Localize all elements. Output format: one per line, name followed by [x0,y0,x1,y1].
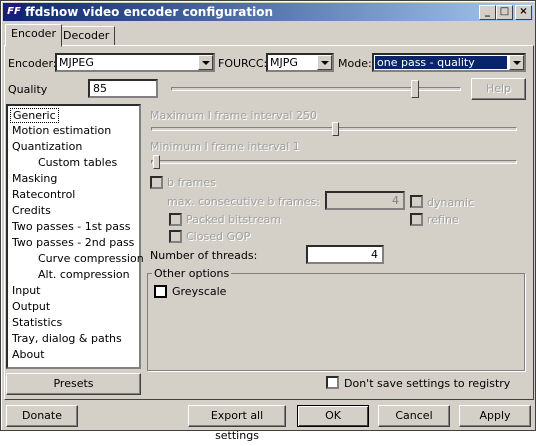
sidebar-item-ratecontrol[interactable]: Ratecontrol [12,188,75,201]
title-bar[interactable]: FF ffdshow video encoder configuration _… [3,3,533,21]
quality-slider-thumb[interactable] [411,80,419,98]
apply-button[interactable]: Apply [459,405,531,427]
packed-bitstream-checkbox[interactable] [169,213,182,226]
sidebar-item-input[interactable]: Input [12,284,40,297]
help-button[interactable]: Help [471,78,526,100]
settings-page-list[interactable]: Generic Motion estimation Quantization C… [6,104,144,369]
threads-label: Number of threads: [150,249,258,262]
sidebar-item-two-passes-2nd[interactable]: Two passes - 2nd pass [12,236,134,249]
sidebar-item-curve-compression[interactable]: Curve compression [38,252,144,265]
min-i-frame-slider-track[interactable] [151,160,517,164]
maximize-button[interactable]: □ [496,5,513,20]
sidebar-item-two-passes-1st[interactable]: Two passes - 1st pass [12,220,131,233]
close-button[interactable]: × [515,5,532,20]
cancel-button[interactable]: Cancel [378,405,450,427]
greyscale-checkbox[interactable] [154,285,167,298]
ffdshow-app-icon: FF [6,4,22,20]
greyscale-label: Greyscale [172,285,227,298]
ok-button[interactable]: OK [297,405,369,427]
donate-button[interactable]: Donate [6,405,78,427]
refine-label: refine [427,213,459,226]
mode-label: Mode: [338,57,372,70]
max-consecutive-b-frames-label: max. consecutive b frames: [167,195,320,208]
max-consecutive-b-frames-input[interactable]: 4 [325,191,405,210]
tab-decoder[interactable]: Decoder [57,26,116,46]
sidebar-item-masking[interactable]: Masking [12,172,57,185]
dynamic-checkbox[interactable] [410,195,423,208]
encoder-select[interactable]: MJPEG [55,53,215,72]
sidebar-item-credits[interactable]: Credits [12,204,51,217]
dynamic-label: dynamic [427,196,475,209]
sidebar-item-about[interactable]: About [12,348,45,361]
tab-encoder[interactable]: Encoder [5,24,62,47]
b-frames-checkbox[interactable] [150,176,163,189]
quality-input[interactable]: 85 [88,79,158,98]
sidebar-item-quantization[interactable]: Quantization [12,140,82,153]
sidebar-item-output[interactable]: Output [12,300,50,313]
export-all-settings-button[interactable]: Export all settings [188,405,286,442]
window-title: ffdshow video encoder configuration [25,5,274,19]
sidebar-item-statistics[interactable]: Statistics [12,316,62,329]
encoder-value: MJPEG [59,56,94,69]
sidebar-item-tray-dialog-paths[interactable]: Tray, dialog & paths [12,332,122,345]
other-options-title: Other options [152,267,232,280]
mode-value: one pass - quality [375,56,507,69]
threads-value: 4 [371,248,378,261]
threads-input[interactable]: 4 [306,245,384,264]
min-i-frame-slider-thumb[interactable] [153,155,160,169]
dont-save-registry-checkbox[interactable] [326,376,339,389]
min-i-frame-label: Minimum I frame interval 1 [150,140,300,153]
sidebar-item-alt-compression[interactable]: Alt. compression [38,268,130,281]
quality-value: 85 [93,82,107,95]
closed-gop-label: Closed GOP [186,230,251,243]
chevron-down-icon[interactable] [509,55,524,70]
fourcc-select[interactable]: MJPG [266,53,334,72]
encoder-label: Encoder: [8,57,57,70]
max-i-frame-slider-thumb[interactable] [332,122,339,136]
closed-gop-checkbox[interactable] [169,230,182,243]
fourcc-label: FOURCC: [218,57,268,70]
encoder-config-window: FF ffdshow video encoder configuration _… [0,0,536,442]
chevron-down-icon[interactable] [198,55,213,70]
sidebar-item-motion-estimation[interactable]: Motion estimation [12,124,111,137]
presets-button[interactable]: Presets [6,373,141,395]
chevron-down-icon[interactable] [317,55,332,70]
b-frames-label: b frames [167,176,216,189]
minimize-button[interactable]: _ [479,5,496,20]
mode-select[interactable]: one pass - quality [372,53,526,72]
fourcc-value: MJPG [270,56,298,69]
dont-save-registry-label: Don't save settings to registry [344,377,511,390]
packed-bitstream-label: Packed bitstream [186,213,282,226]
max-i-frame-label: Maximum I frame interval 250 [150,109,317,122]
sidebar-item-generic[interactable]: Generic [10,108,59,123]
refine-checkbox[interactable] [410,213,423,226]
sidebar-item-custom-tables[interactable]: Custom tables [38,156,117,169]
quality-label: Quality [8,83,48,96]
max-consecutive-b-frames-value: 4 [392,194,399,207]
